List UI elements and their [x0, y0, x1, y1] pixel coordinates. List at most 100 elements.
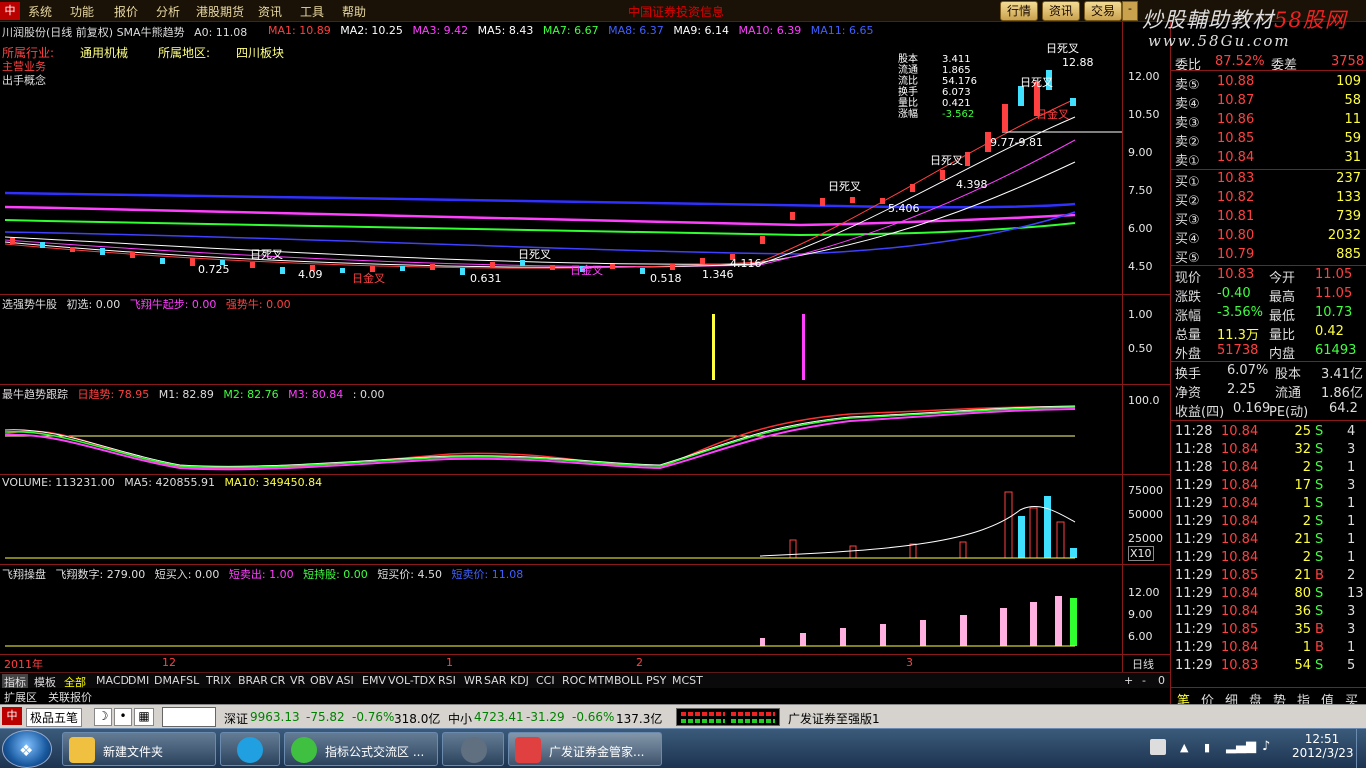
tab-kdj[interactable]: KDJ [510, 674, 529, 687]
ime-half-width-icon[interactable]: ☽ [94, 708, 112, 726]
tab-wr[interactable]: WR [464, 674, 483, 687]
quote-key: 总量 [1175, 328, 1202, 343]
tab-roc[interactable]: ROC [562, 674, 586, 687]
tab-psy[interactable]: PSY [646, 674, 666, 687]
bid-price[interactable]: 10.79 [1217, 247, 1254, 262]
tab-cci[interactable]: CCI [536, 674, 555, 687]
chart-area[interactable]: 川润股份(日线 前复权) SMA牛熊趋势 A0: 11.08 MA1: 10.8… [0, 22, 1170, 686]
tab-news[interactable]: 资讯 [1042, 1, 1081, 21]
task-media[interactable] [442, 732, 504, 766]
zoom-in-button[interactable]: + [1124, 674, 1133, 687]
tick-s: S [1315, 586, 1324, 601]
tab-rsi[interactable]: RSI [438, 674, 456, 687]
tick-s: S [1315, 550, 1324, 565]
panel5-name: 飞翔操盘 [2, 568, 46, 581]
tab-vr[interactable]: VR [290, 674, 305, 687]
tab-emv[interactable]: EMV [362, 674, 386, 687]
tab-fsl[interactable]: FSL [180, 674, 199, 687]
divider [1171, 70, 1366, 71]
menu-tools[interactable]: 工具 [300, 3, 324, 20]
menu-system[interactable]: 系统 [28, 3, 52, 20]
tab-trade[interactable]: 交易 [1084, 1, 1123, 21]
volume-bars [789, 491, 1077, 559]
task-folder[interactable]: 新建文件夹 [62, 732, 216, 766]
info-line4: 出手概念 [2, 74, 46, 87]
tab-quotes[interactable]: 行情 [1000, 1, 1039, 21]
tab-vol-tdx[interactable]: VOL-TDX [388, 674, 436, 687]
fin-val: 0.169 [1233, 401, 1271, 416]
menu-hk-futures[interactable]: 港股期货 [196, 3, 244, 20]
reset-button[interactable]: 0 [1158, 674, 1165, 687]
price-annotation: 1.346 [702, 268, 734, 281]
start-button[interactable]: ❖ [2, 730, 52, 768]
minimize-button[interactable]: - [1122, 1, 1138, 21]
bid-price[interactable]: 10.80 [1217, 228, 1254, 243]
menu-quotes[interactable]: 报价 [114, 3, 138, 20]
show-desktop-button[interactable] [1356, 729, 1366, 768]
tab-mtm[interactable]: MTM [588, 674, 614, 687]
axis-label: 100.0 [1128, 394, 1160, 407]
bid-label: 买⑤ [1175, 251, 1200, 266]
menu-news[interactable]: 资讯 [258, 3, 282, 20]
tray-signal-icon[interactable]: ▂▄▆ [1226, 739, 1256, 754]
tray-network-icon[interactable]: ▮ [1204, 741, 1210, 754]
tab-obv[interactable]: OBV [310, 674, 333, 687]
bid-price[interactable]: 10.81 [1217, 209, 1254, 224]
menu-function[interactable]: 功能 [70, 3, 94, 20]
tick-s: S [1315, 496, 1324, 511]
tab-dma[interactable]: DMA [154, 674, 180, 687]
tray-volume-icon[interactable]: ♪ [1262, 739, 1270, 754]
quote-key: 最低 [1269, 309, 1296, 324]
ime-indicator[interactable]: 极品五笔 [26, 708, 83, 727]
tray-app-icon[interactable] [1150, 739, 1166, 755]
tick-v: 21 [1294, 532, 1311, 547]
fin-val: 2.25 [1227, 382, 1256, 397]
app-window: 中 系统 功能 报价 分析 港股期货 资讯 工具 帮助 中国证券投资信息 行情 … [0, 0, 1366, 768]
tab-sar[interactable]: SAR [484, 674, 506, 687]
panel3-item: : 0.00 [352, 388, 385, 401]
ask-price[interactable]: 10.88 [1217, 74, 1254, 89]
bid-price[interactable]: 10.82 [1217, 190, 1254, 205]
ask-price[interactable]: 10.86 [1217, 112, 1254, 127]
stat-key: 股本 [898, 54, 918, 65]
keyboard-icon[interactable]: ▦ [134, 708, 154, 726]
stat-key: 量比 [898, 98, 918, 109]
tab-brar[interactable]: BRAR [238, 674, 268, 687]
task-qq[interactable] [220, 732, 280, 766]
tick-n: 4 [1347, 424, 1356, 439]
tab-boll[interactable]: BOLL [614, 674, 642, 687]
panel4-item: MA5: 420855.91 [124, 476, 215, 489]
tab-related-quotes[interactable]: 关联报价 [48, 689, 92, 705]
task-browser[interactable]: 指标公式交流区 ... [284, 732, 438, 766]
tray-chevron-icon[interactable]: ▲ [1180, 741, 1188, 754]
menu-analysis[interactable]: 分析 [156, 3, 180, 20]
tab-extension[interactable]: 扩展区 [4, 689, 37, 705]
divider [1171, 420, 1366, 421]
price-annotation: 0.631 [470, 272, 502, 285]
tab-asi[interactable]: ASI [336, 674, 354, 687]
menu-help[interactable]: 帮助 [342, 3, 366, 20]
tick-n: 1 [1347, 640, 1356, 655]
dead-cross-label: 日死叉 [828, 180, 861, 193]
zoom-out-button[interactable]: - [1142, 674, 1146, 687]
ask-price[interactable]: 10.87 [1217, 93, 1254, 108]
tick-s: S [1315, 478, 1324, 493]
tick-s: S [1315, 604, 1324, 619]
ime-punct-icon[interactable]: • [114, 708, 132, 726]
panel3-name: 最牛趋势跟踪 [2, 388, 68, 401]
period-label[interactable]: 日线 [1132, 656, 1154, 672]
ask-price[interactable]: 10.84 [1217, 150, 1254, 165]
weibi-value: 87.52% [1215, 54, 1265, 69]
task-trading-app[interactable]: 广发证券金管家... [508, 732, 662, 766]
bid-price[interactable]: 10.83 [1217, 171, 1254, 186]
tab-dmi[interactable]: DMI [128, 674, 149, 687]
quick-input[interactable] [162, 707, 216, 727]
clock[interactable]: 12:51 2012/3/23 [1292, 732, 1354, 760]
tab-macd[interactable]: MACD [96, 674, 129, 687]
watermark-url: www.58Gu.com [1148, 32, 1291, 50]
tick-p: 10.84 [1221, 550, 1259, 565]
tab-cr[interactable]: CR [270, 674, 285, 687]
tab-trix[interactable]: TRIX [206, 674, 231, 687]
tab-mcst[interactable]: MCST [672, 674, 703, 687]
ask-price[interactable]: 10.85 [1217, 131, 1254, 146]
